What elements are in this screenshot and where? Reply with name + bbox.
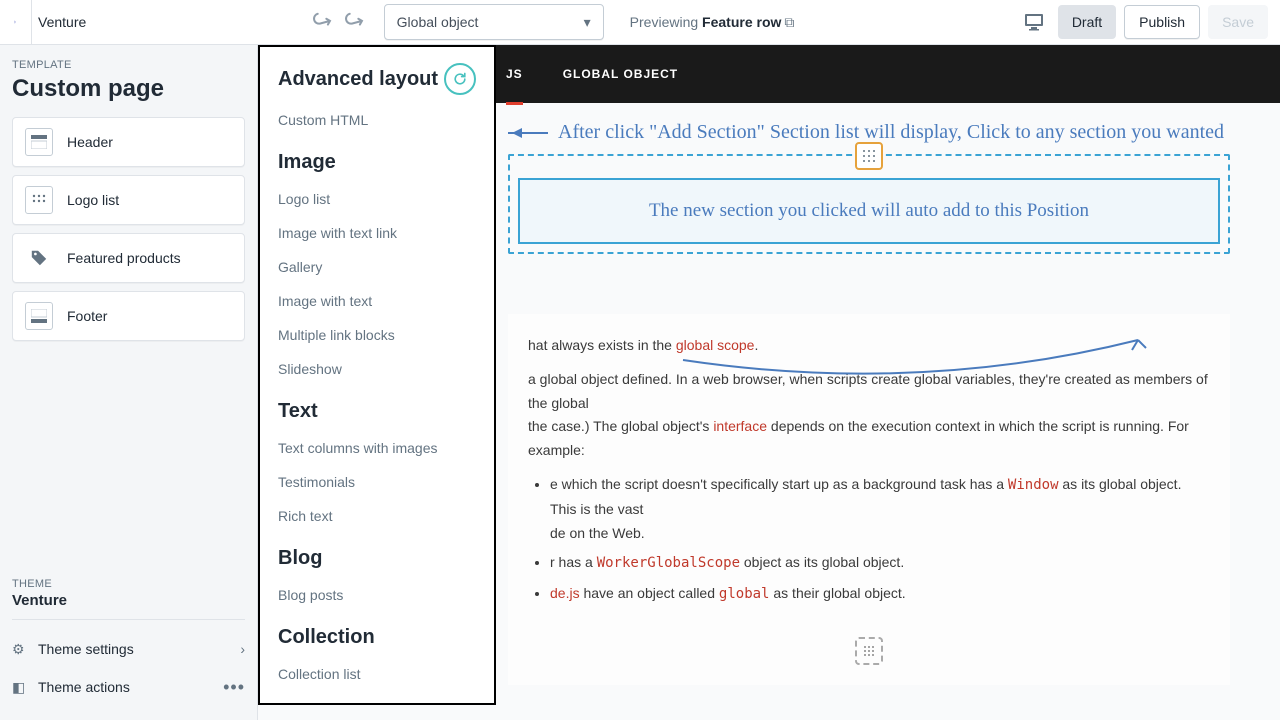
more-icon: ••• [223,677,245,698]
back-arrow-icon [14,13,17,31]
refresh-icon [452,71,468,87]
panel-group-blog: Blog [278,547,476,570]
panel-item[interactable]: Logo list [278,182,476,216]
tab-global-object[interactable]: GLOBAL OBJECT [563,45,678,103]
panel-item[interactable]: Image with text link [278,216,476,250]
desktop-icon[interactable] [1018,6,1050,38]
panel-item[interactable]: Image with text [278,284,476,318]
add-section-icon-bottom[interactable] [855,637,883,665]
redo-icon [344,12,364,32]
curve-arrow-icon [678,335,1158,385]
panel-group-image: Image [278,151,476,174]
save-button: Save [1208,5,1268,39]
previewing-label: Previewing Feature row⧉ [630,14,795,31]
header-icon [25,128,53,156]
history-buttons [310,10,366,34]
panel-item[interactable]: Text columns with images [278,431,476,465]
theme-actions[interactable]: ◧Theme actions••• [12,668,245,706]
panel-item[interactable]: Collection list [278,657,476,691]
draft-button[interactable]: Draft [1058,5,1116,39]
section-dropdown[interactable]: Global object ▾ [384,4,604,40]
publish-button[interactable]: Publish [1124,5,1200,39]
chevron-down-icon: ▾ [584,14,591,31]
hint-top: After click "Add Section" Section list w… [558,121,1224,144]
undo-icon [312,12,332,32]
panel-item[interactable]: Featured collection [278,691,476,705]
panel-item[interactable]: Blog posts [278,578,476,612]
dropdown-value: Global object [397,14,479,30]
section-footer[interactable]: Footer [12,291,245,341]
section-header[interactable]: Header [12,117,245,167]
panel-title: Advanced layout [278,68,438,91]
add-section-icon[interactable] [855,142,883,170]
redo-button[interactable] [342,10,366,34]
undo-button[interactable] [310,10,334,34]
footer-icon [25,302,53,330]
panel-group-collection: Collection [278,626,476,649]
section-picker-panel: Advanced layout Custom HTML Image Logo l… [258,45,496,705]
widgets-icon: ◧ [12,679,38,696]
chevron-right-icon: › [240,641,245,657]
theme-name-sidebar: Venture [12,592,245,609]
theme-label: THEME [12,578,245,590]
drop-target: The new section you clicked will auto ad… [518,178,1220,244]
panel-item[interactable]: Custom HTML [278,103,476,137]
arrow-left-icon [508,132,548,134]
tag-icon [25,244,53,272]
section-logo-list[interactable]: Logo list [12,175,245,225]
panel-group-text: Text [278,400,476,423]
panel-item[interactable]: Slideshow [278,352,476,386]
left-sidebar: TEMPLATE Custom page Header Logo list Fe… [0,45,258,720]
page-title: Custom page [12,75,245,103]
panel-item[interactable]: Multiple link blocks [278,318,476,352]
preview-area: JS GLOBAL OBJECT After click "Add Sectio… [258,45,1280,720]
panel-item[interactable]: Testimonials [278,465,476,499]
gear-icon: ⚙ [12,641,38,658]
panel-item[interactable]: Gallery [278,250,476,284]
refresh-button[interactable] [444,63,476,95]
external-link-icon[interactable]: ⧉ [784,14,794,30]
panel-item[interactable]: Rich text [278,499,476,533]
theme-name-top: Venture [28,14,86,30]
template-label: TEMPLATE [12,59,245,71]
drop-zone: The new section you clicked will auto ad… [508,154,1230,254]
tab-js[interactable]: JS [506,47,523,105]
top-bar: Venture Global object ▾ Previewing Featu… [0,0,1280,45]
section-featured-products[interactable]: Featured products [12,233,245,283]
grid-dots-icon [25,186,53,214]
theme-settings[interactable]: ⚙Theme settings› [12,630,245,668]
